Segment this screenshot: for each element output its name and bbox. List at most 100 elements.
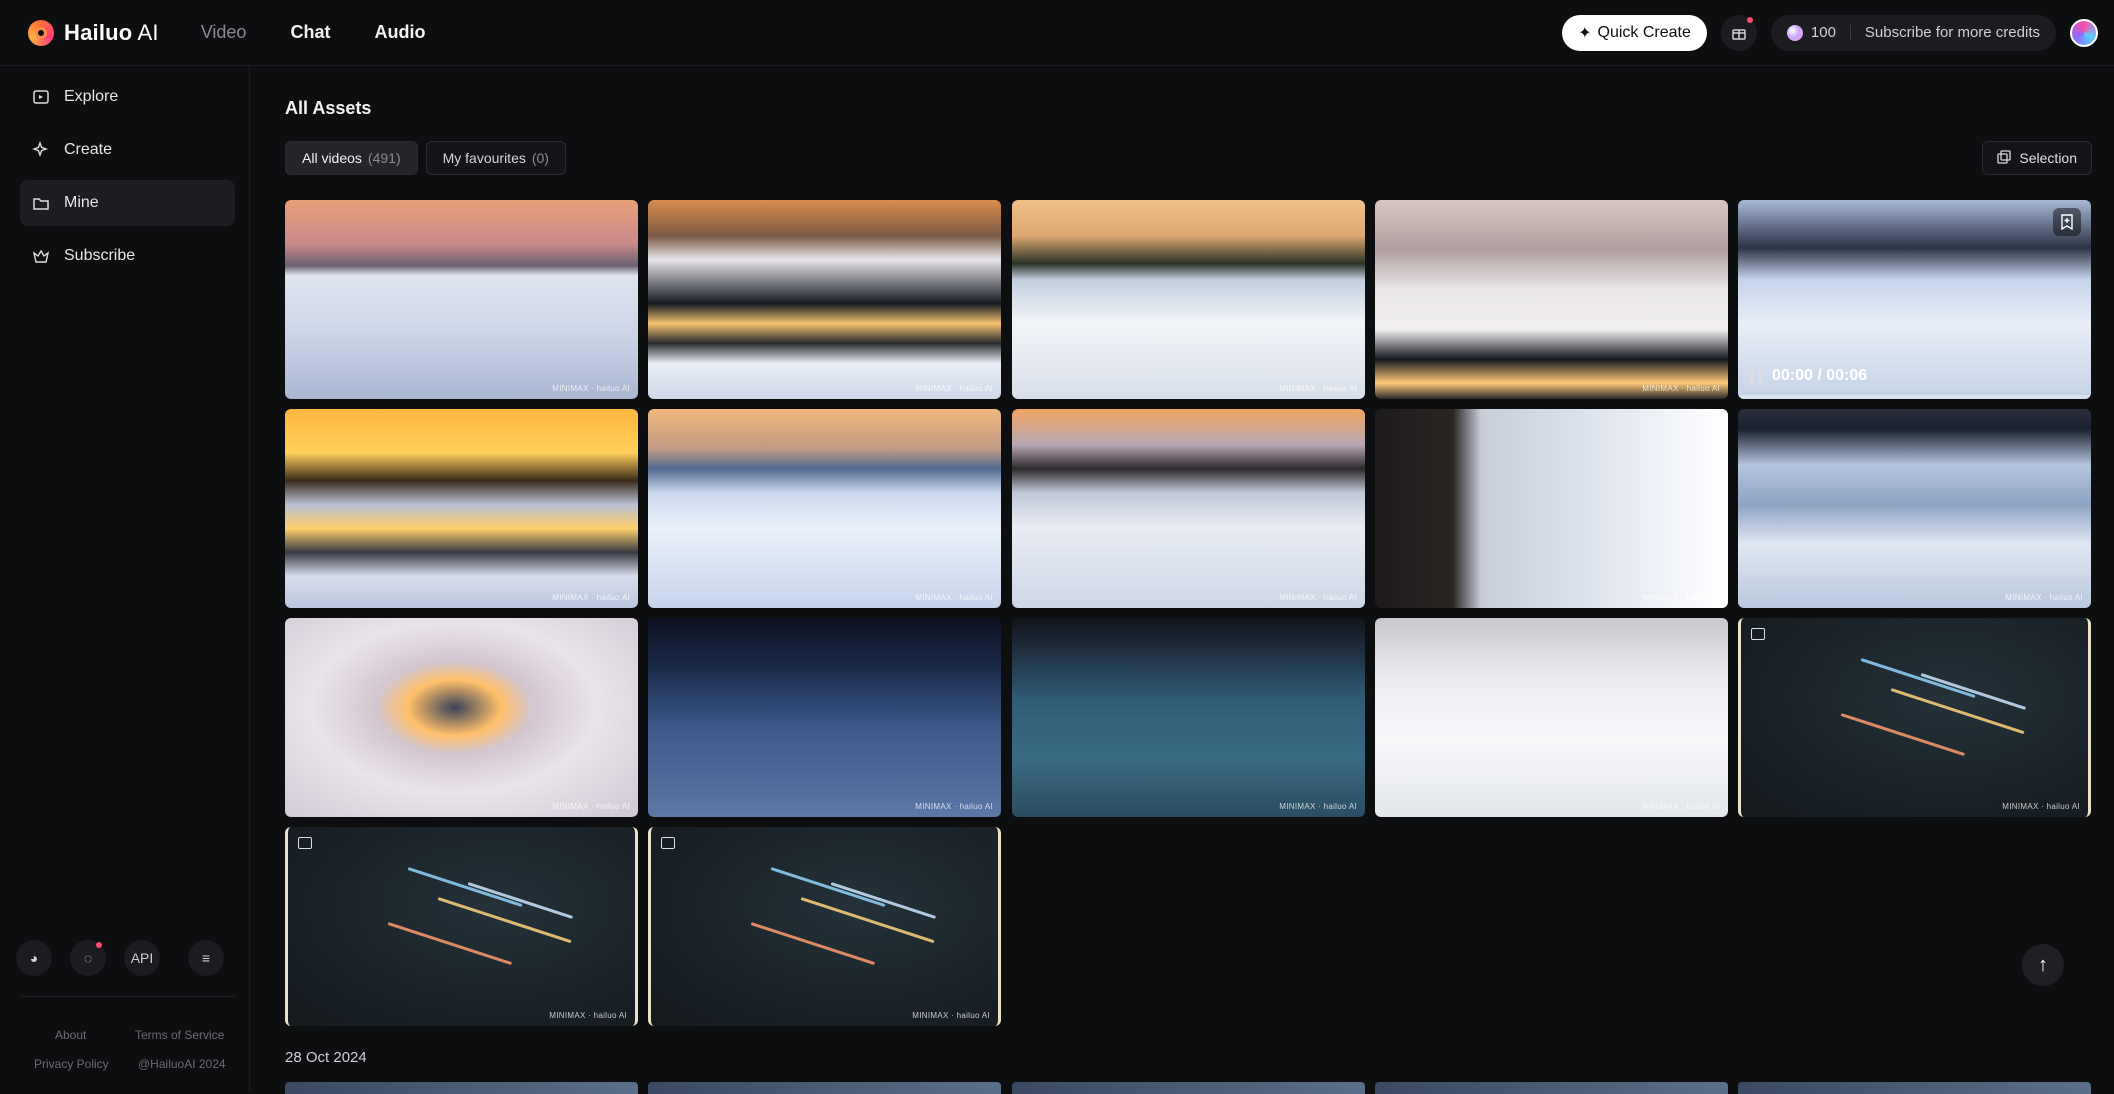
sidebar-divider: [20, 996, 235, 997]
user-avatar[interactable]: [2070, 18, 2098, 47]
asset-tabs: All videos (491) My favourites (0): [285, 141, 566, 175]
notifications-button[interactable]: [1720, 14, 1757, 51]
nav-audio[interactable]: Audio: [374, 22, 425, 43]
image-thumbnail[interactable]: MINIMAX · hailuo AI: [648, 827, 1001, 1026]
privacy-link[interactable]: Privacy Policy: [34, 1057, 109, 1071]
gem-icon: [1786, 24, 1803, 41]
streak: [437, 897, 572, 944]
video-thumbnail[interactable]: [1375, 1082, 1728, 1094]
selection-button[interactable]: Selection: [1982, 141, 2092, 175]
folder-icon: [32, 194, 50, 212]
menu-collapse-icon: ≡: [201, 950, 211, 966]
quick-create-label: Quick Create: [1597, 23, 1691, 41]
sidebar-item-label: Subscribe: [64, 247, 136, 264]
streak: [750, 922, 876, 966]
main-content: All Assets All videos (491) My favourites…: [250, 66, 2114, 1094]
watermark: MINIMAX · hailuo AI: [552, 802, 630, 811]
arrow-up-icon: ↑: [2038, 953, 2048, 976]
video-thumbnail[interactable]: MINIMAX · hailuo AI: [1375, 409, 1728, 608]
watermark: MINIMAX · hailuo AI: [912, 1011, 990, 1020]
quick-create-button[interactable]: ✦ Quick Create: [1562, 14, 1707, 51]
watermark: MINIMAX · hailuo AI: [1279, 593, 1357, 602]
logo[interactable]: Hailuo AI: [28, 19, 159, 46]
video-thumbnail[interactable]: [1012, 1082, 1365, 1094]
watermark: MINIMAX · hailuo AI: [1642, 384, 1720, 393]
streak: [1890, 688, 2025, 735]
video-thumbnail[interactable]: MINIMAX · hailuo AI: [648, 618, 1001, 817]
sidebar-item-mine[interactable]: Mine: [20, 180, 235, 226]
sidebar-item-subscribe[interactable]: Subscribe: [20, 233, 235, 279]
discord-icon: ◕: [29, 950, 39, 966]
tab-count: (0): [531, 150, 549, 166]
image-icon: [1751, 628, 1765, 640]
tab-my-favourites[interactable]: My favourites (0): [425, 141, 566, 175]
feedback-button[interactable]: ◌: [70, 940, 106, 976]
api-button[interactable]: API: [124, 940, 160, 976]
selection-label: Selection: [2019, 150, 2077, 166]
watermark: MINIMAX · hailuo AI: [1279, 802, 1357, 811]
image-thumbnail[interactable]: MINIMAX · hailuo AI: [285, 827, 638, 1026]
video-thumbnail[interactable]: MINIMAX · hailuo AI: [1738, 409, 2091, 608]
video-thumbnail[interactable]: MINIMAX · hailuo AI: [285, 200, 638, 399]
watermark: MINIMAX · hailuo AI: [552, 593, 630, 602]
streak: [387, 922, 513, 966]
watermark: MINIMAX · hailuo AI: [915, 802, 993, 811]
pause-icon[interactable]: [1750, 371, 1762, 385]
credits-count: 100: [1810, 24, 1836, 41]
streak: [770, 867, 886, 908]
sidebar: Explore Create Mine Subscribe ◕ ◌ API ≡ …: [0, 66, 250, 1091]
nav-chat[interactable]: Chat: [290, 22, 330, 43]
tab-all-videos[interactable]: All videos (491): [285, 141, 418, 175]
brand-name: Hailuo AI: [64, 19, 159, 45]
favourite-button[interactable]: [2053, 208, 2081, 236]
video-thumbnail[interactable]: [648, 1082, 1001, 1094]
video-thumbnail[interactable]: [1738, 1082, 2091, 1094]
notification-dot: [96, 942, 102, 948]
video-thumbnail[interactable]: MINIMAX · hailuo AI: [285, 618, 638, 817]
streak: [1840, 713, 1966, 757]
streak: [407, 867, 523, 908]
terms-link[interactable]: Terms of Service: [135, 1028, 224, 1042]
watermark: MINIMAX · hailuo AI: [2005, 593, 2083, 602]
image-thumbnail[interactable]: MINIMAX · hailuo AI: [1738, 618, 2091, 817]
video-thumbnail[interactable]: MINIMAX · hailuo AI: [1375, 200, 1728, 399]
notification-dot: [1746, 16, 1753, 23]
video-thumbnail[interactable]: MINIMAX · hailuo AI: [648, 409, 1001, 608]
hailuo-logo-icon: [28, 19, 54, 46]
video-thumbnail[interactable]: MINIMAX · hailuo AI: [648, 200, 1001, 399]
watermark: MINIMAX · hailuo AI: [549, 1011, 627, 1020]
subscribe-credits-link[interactable]: Subscribe for more credits: [1865, 24, 2040, 41]
video-thumbnail[interactable]: MINIMAX · hailuo AI: [1012, 200, 1365, 399]
video-progress-bar[interactable]: [1738, 395, 2091, 399]
image-icon: [661, 837, 675, 849]
crown-icon: [32, 247, 50, 265]
about-link[interactable]: About: [55, 1028, 86, 1042]
tab-label: My favourites: [442, 150, 526, 166]
streak: [800, 897, 935, 944]
video-thumbnail[interactable]: MINIMAX · hailuo AI: [285, 409, 638, 608]
collapse-sidebar-button[interactable]: ≡: [188, 940, 224, 976]
credits-pill[interactable]: 100 Subscribe for more credits: [1770, 14, 2056, 51]
divider: [1849, 24, 1851, 41]
copyright: @HailuoAI 2024: [138, 1057, 226, 1071]
video-thumbnail[interactable]: [285, 1082, 638, 1094]
sidebar-item-explore[interactable]: Explore: [20, 74, 235, 120]
sidebar-bottom-actions: ◕ ◌ API ≡: [16, 940, 224, 976]
bookmark-plus-icon: [2061, 214, 2073, 230]
sidebar-item-label: Explore: [64, 88, 119, 105]
watermark: MINIMAX · hailuo AI: [1642, 802, 1720, 811]
nav-video[interactable]: Video: [201, 22, 247, 43]
magic-sparkle-icon: [32, 141, 50, 159]
sparkle-icon: ✦: [1578, 24, 1592, 42]
video-thumbnail[interactable]: MINIMAX · hailuo AI: [1012, 409, 1365, 608]
top-right-actions: ✦ Quick Create 100 Subscribe for more cr…: [1562, 14, 2098, 51]
video-thumbnail[interactable]: MINIMAX · hailuo AI: [1012, 618, 1365, 817]
discord-button[interactable]: ◕: [16, 940, 52, 976]
scroll-to-top-button[interactable]: ↑: [2022, 944, 2064, 986]
page-title: All Assets: [285, 98, 372, 118]
video-thumbnail-hovered[interactable]: 00:00 / 00:06: [1738, 200, 2091, 399]
sidebar-item-create[interactable]: Create: [20, 127, 235, 173]
video-thumbnail[interactable]: MINIMAX · hailuo AI: [1375, 618, 1728, 817]
tab-count: (491): [367, 150, 401, 166]
date-heading: 28 Oct 2024: [285, 1049, 367, 1066]
